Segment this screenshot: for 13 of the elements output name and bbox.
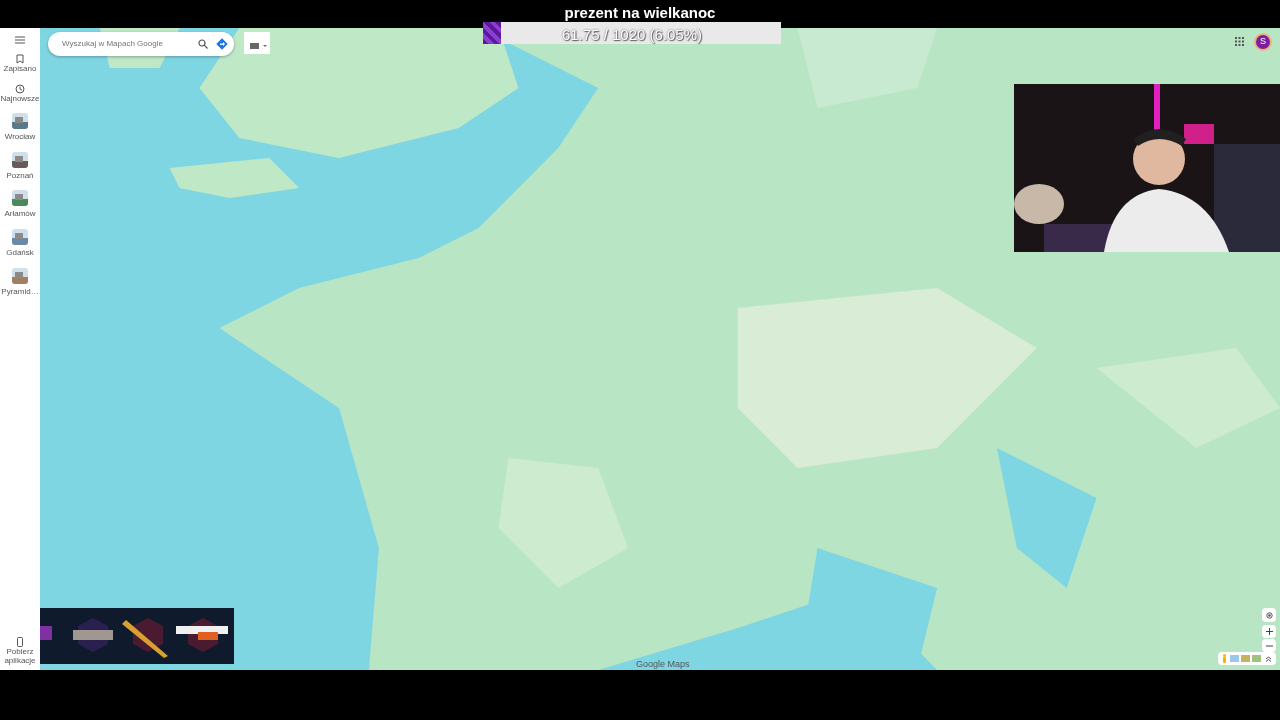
sidebar-item[interactable]: Najnowsze — [0, 83, 40, 104]
sidebar-item[interactable]: Zapisano — [0, 54, 40, 74]
menu-icon[interactable] — [15, 36, 25, 44]
place-item[interactable]: Gdańsk — [0, 228, 40, 258]
phone-icon — [17, 636, 23, 647]
download-app-item[interactable]: Pobierz aplikacje — [0, 636, 40, 666]
bookmark-icon — [16, 54, 24, 64]
goal-title: prezent na wielkanoc — [564, 3, 716, 23]
history-icon — [15, 83, 25, 94]
place-item[interactable]: Arłamów — [0, 190, 40, 219]
place-item[interactable]: Pyramid… — [0, 267, 40, 297]
place-item[interactable]: Poznań — [0, 151, 40, 181]
place-item[interactable]: Wrocław — [0, 113, 40, 142]
